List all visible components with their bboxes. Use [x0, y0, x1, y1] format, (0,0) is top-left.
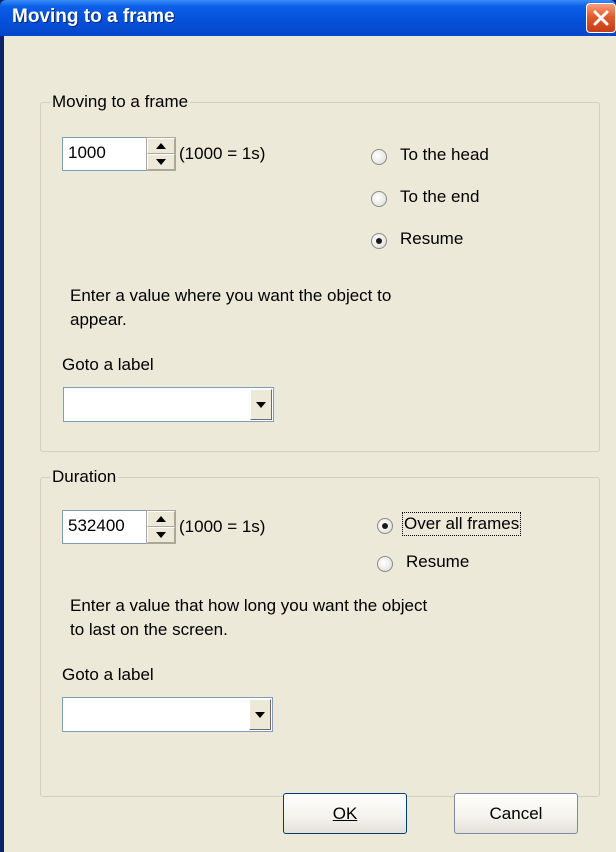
radio-to-the-head[interactable]	[371, 149, 387, 165]
close-button[interactable]	[586, 3, 616, 33]
frame-spin-down-button[interactable]	[147, 154, 175, 170]
radio-selected-dot	[376, 238, 382, 244]
chevron-down-icon	[256, 401, 266, 408]
frame-spin-up-button[interactable]	[147, 138, 175, 154]
duration-group-label: Duration	[50, 467, 119, 487]
spin-down-arrow-icon	[156, 532, 166, 538]
frame-description-line1: Enter a value where you want the object …	[70, 286, 392, 305]
duration-unit-hint: (1000 = 1s)	[179, 517, 266, 536]
frame-description-line2: appear.	[70, 310, 127, 329]
cancel-button[interactable]: Cancel	[454, 793, 578, 834]
frame-goto-label-dropdown[interactable]	[63, 387, 274, 422]
ok-button[interactable]: OK	[283, 793, 407, 834]
dialog-window: Moving to a frame Moving to a frame 1000…	[0, 0, 616, 852]
dialog-client: Moving to a frame 1000 (1000 = 1s) To th…	[4, 36, 616, 852]
frame-value-input[interactable]: 1000	[62, 137, 148, 171]
frame-group-label: Moving to a frame	[50, 92, 191, 112]
chevron-down-icon	[255, 711, 265, 718]
duration-description-line1: Enter a value that how long you want the…	[70, 596, 428, 615]
title-bar[interactable]: Moving to a frame	[0, 0, 616, 36]
radio-to-the-end-label[interactable]: To the end	[400, 187, 479, 207]
window-title: Moving to a frame	[12, 6, 175, 27]
radio-duration-resume-label[interactable]: Resume	[406, 552, 469, 572]
spin-up-arrow-icon	[156, 143, 166, 149]
duration-spin-down-button[interactable]	[147, 527, 175, 543]
radio-to-the-end[interactable]	[371, 191, 387, 207]
duration-goto-label: Goto a label	[62, 665, 154, 684]
spin-down-arrow-icon	[156, 159, 166, 165]
frame-unit-hint: (1000 = 1s)	[179, 144, 266, 163]
duration-spin-up-button[interactable]	[147, 511, 175, 527]
radio-frame-resume-label[interactable]: Resume	[400, 229, 463, 249]
radio-to-the-head-label[interactable]: To the head	[400, 145, 489, 165]
duration-value-spinner[interactable]	[146, 510, 176, 544]
cancel-button-label: Cancel	[489, 804, 543, 823]
spin-up-arrow-icon	[156, 516, 166, 522]
duration-value-input[interactable]: 532400	[62, 510, 148, 544]
duration-dropdown-button[interactable]	[249, 699, 271, 730]
radio-selected-dot	[382, 523, 388, 529]
ok-button-label: OK	[332, 804, 358, 823]
duration-goto-label-dropdown[interactable]	[62, 697, 273, 732]
duration-description-line2: to last on the screen.	[70, 620, 228, 639]
radio-over-all-frames-label[interactable]: Over all frames	[401, 512, 522, 536]
frame-goto-label: Goto a label	[62, 355, 154, 374]
radio-duration-resume[interactable]	[377, 556, 393, 572]
frame-dropdown-button[interactable]	[250, 389, 272, 420]
radio-over-all-frames[interactable]	[377, 518, 393, 534]
radio-frame-resume[interactable]	[371, 233, 387, 249]
frame-value-spinner[interactable]	[146, 137, 176, 171]
